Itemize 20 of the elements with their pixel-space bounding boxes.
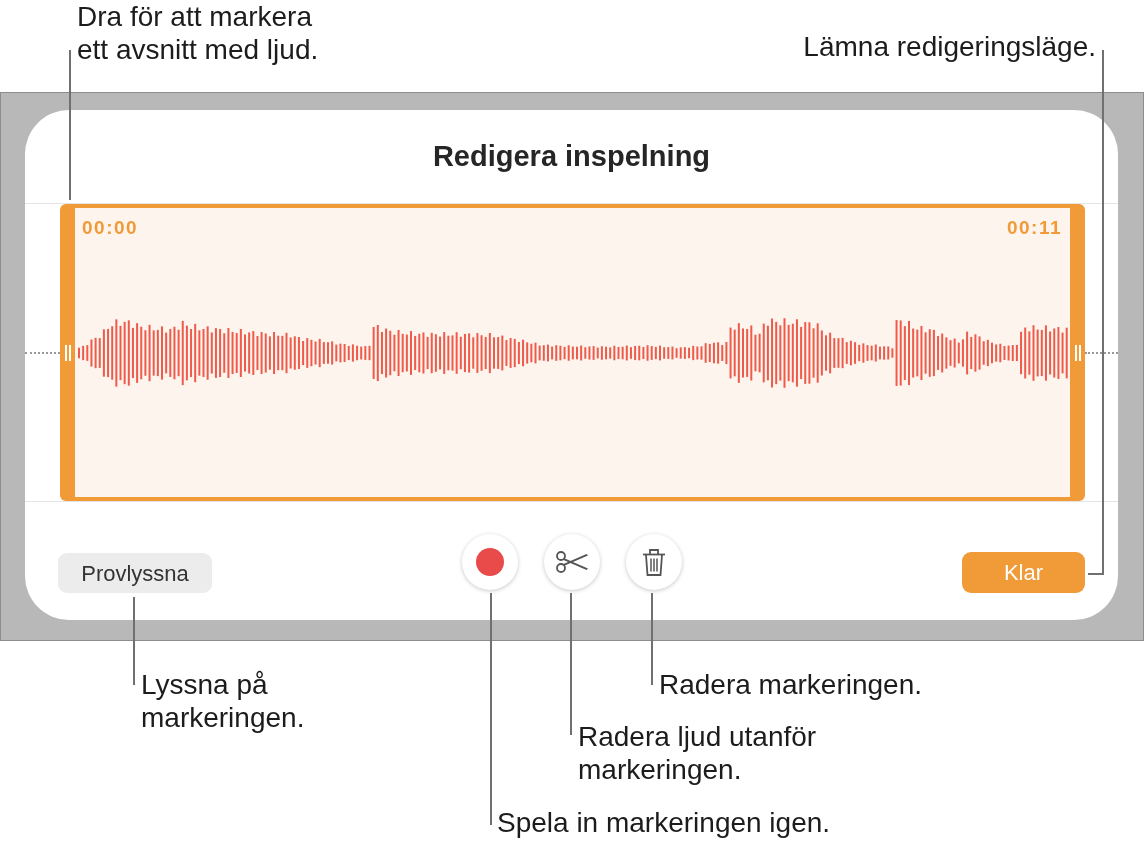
- grip-icon: [64, 344, 71, 361]
- callout-text: Dra för att markera ett avsnitt med ljud.: [77, 0, 319, 66]
- scissors-icon: [555, 551, 588, 573]
- record-icon: [475, 548, 504, 576]
- selection-handle[interactable]: [1070, 204, 1085, 501]
- selection-handle[interactable]: [60, 204, 75, 501]
- record-button[interactable]: [461, 534, 518, 590]
- grip-icon: [1074, 344, 1081, 361]
- time-label: 00:00: [82, 216, 139, 240]
- preview-button[interactable]: Provlyssna: [58, 553, 212, 593]
- delete-button[interactable]: [625, 534, 682, 590]
- callout-text: Lämna redigeringsläge.: [803, 30, 1096, 63]
- time-label: 00:11: [1006, 216, 1062, 240]
- trim-button[interactable]: [543, 534, 600, 590]
- trash-icon: [641, 548, 666, 576]
- callout-text: Lyssna på markeringen.: [141, 668, 305, 734]
- callout-text: Radera markeringen.: [659, 668, 923, 701]
- callout-text: Spela in markeringen igen.: [497, 806, 831, 839]
- dialog-title: Redigera inspelning: [432, 138, 711, 174]
- callout-text: Radera ljud utanför markeringen.: [578, 720, 817, 786]
